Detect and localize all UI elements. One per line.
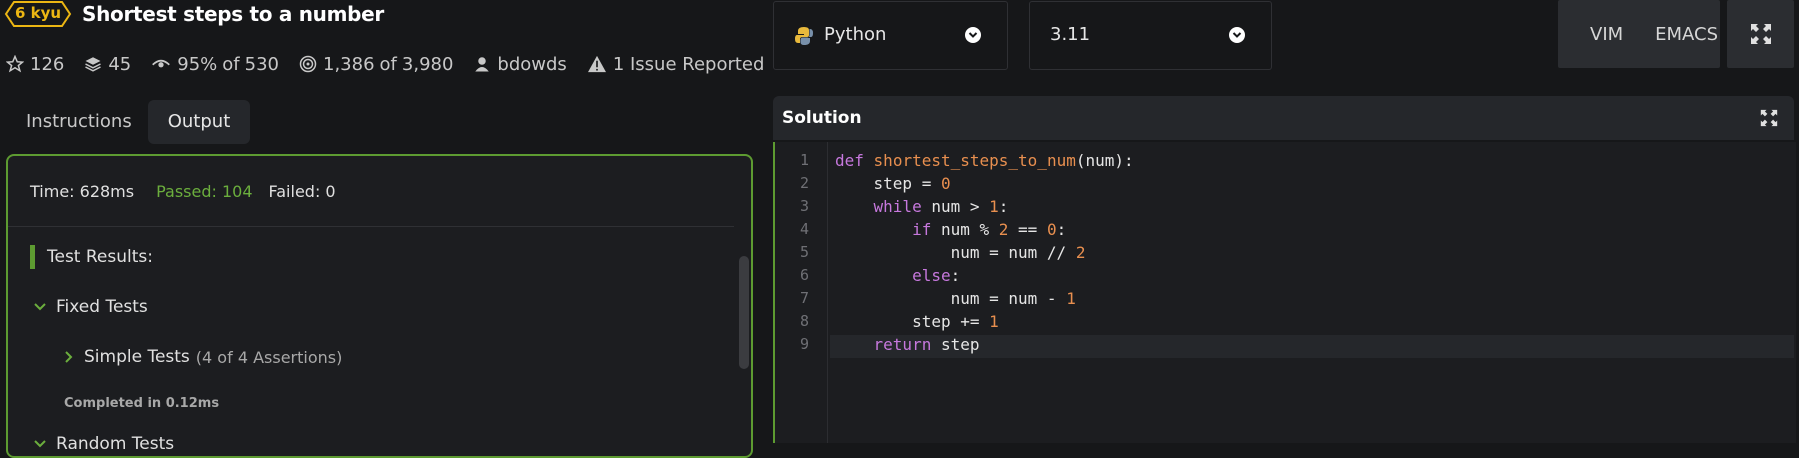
line-number: 2 xyxy=(799,174,809,192)
chevron-down-icon xyxy=(34,303,46,311)
warning-icon xyxy=(587,55,606,73)
collections-count: 45 xyxy=(108,53,132,75)
code-line[interactable]: def shortest_steps_to_num(num): xyxy=(835,151,1134,170)
editor-mode-group: VIM EMACS xyxy=(1558,0,1720,68)
output-scrollbar[interactable] xyxy=(739,256,749,369)
code-line[interactable]: else: xyxy=(835,266,960,285)
language-value: Python xyxy=(824,24,887,45)
satisfaction-votes: 530 xyxy=(244,53,279,75)
chevron-right-icon xyxy=(65,351,73,363)
code-line[interactable]: step += 1 xyxy=(835,312,999,331)
line-number: 3 xyxy=(799,197,809,215)
code-line[interactable]: num = num - 1 xyxy=(835,289,1076,308)
code-line[interactable]: return step xyxy=(835,335,980,354)
fixed-tests-group[interactable]: Fixed Tests xyxy=(34,297,148,317)
layers-icon xyxy=(85,57,102,72)
simple-tests-group[interactable]: Simple Tests (4 of 4 Assertions) xyxy=(64,347,342,367)
author-name[interactable]: bdowds xyxy=(497,54,566,75)
chevron-down-icon xyxy=(34,440,46,448)
random-tests-label: Random Tests xyxy=(56,434,175,454)
test-summary: Time: 628ms Passed: 104 Failed: 0 xyxy=(30,182,336,201)
kata-title: Shortest steps to a number xyxy=(82,2,384,26)
line-number: 4 xyxy=(799,220,809,238)
python-logo-icon xyxy=(795,27,813,45)
author-stat[interactable]: bdowds xyxy=(473,54,567,75)
emacs-mode-button[interactable]: EMACS xyxy=(1655,24,1718,45)
vim-mode-button[interactable]: VIM xyxy=(1590,24,1623,45)
expand-icon[interactable] xyxy=(1760,109,1778,127)
completed-stat: 1,386 of 3,980 xyxy=(299,54,453,75)
fixed-tests-label: Fixed Tests xyxy=(56,297,148,317)
version-value: 3.11 xyxy=(1050,24,1091,45)
user-icon xyxy=(475,57,490,72)
eye-icon xyxy=(152,59,171,68)
issues-label[interactable]: 1 Issue Reported xyxy=(613,54,765,75)
random-tests-group[interactable]: Random Tests xyxy=(34,434,174,454)
rank-label: 6 kyu xyxy=(14,4,62,22)
satisfaction-percent: 95% xyxy=(177,53,218,75)
line-gutter: 1 2 3 4 5 6 7 8 9 xyxy=(775,142,828,443)
solution-title: Solution xyxy=(782,108,862,128)
solution-header: Solution xyxy=(773,96,1794,140)
completed-time: Completed in 0.12ms xyxy=(64,396,220,411)
code-line[interactable]: step = 0 xyxy=(835,174,951,193)
line-number: 8 xyxy=(799,312,809,330)
test-results-label: Test Results: xyxy=(47,247,153,267)
tab-output[interactable]: Output xyxy=(148,100,250,144)
line-number: 9 xyxy=(799,335,809,353)
satisfaction-stat: 95% of 530 xyxy=(151,54,279,75)
code-editor[interactable]: 1 2 3 4 5 6 7 8 9 def shortest_steps_to_… xyxy=(773,142,1796,443)
target-icon xyxy=(299,55,317,73)
kata-stats: 126 45 95% of 530 1,386 of 3,980 bdowds … xyxy=(6,52,784,76)
stars-count: 126 xyxy=(30,53,65,75)
chevron-down-icon xyxy=(1229,27,1245,43)
status-bar xyxy=(30,245,35,269)
passed-count: Passed: 104 xyxy=(156,182,253,201)
fullscreen-button[interactable] xyxy=(1727,0,1794,68)
simple-tests-assertions: (4 of 4 Assertions) xyxy=(195,347,343,367)
code-line[interactable]: num = num // 2 xyxy=(835,243,1086,262)
collections-stat[interactable]: 45 xyxy=(84,54,131,75)
line-number: 5 xyxy=(799,243,809,261)
output-panel: Time: 628ms Passed: 104 Failed: 0 Test R… xyxy=(6,154,753,458)
completed-of: of xyxy=(379,53,397,75)
line-number: 7 xyxy=(799,289,809,307)
chevron-down-icon xyxy=(965,27,981,43)
code-line[interactable]: if num % 2 == 0: xyxy=(835,220,1066,239)
simple-tests-label: Simple Tests xyxy=(84,347,190,367)
tab-instructions[interactable]: Instructions xyxy=(26,100,132,144)
code-line[interactable]: while num > 1: xyxy=(835,197,1009,216)
summary-divider xyxy=(8,226,734,227)
failed-count: Failed: 0 xyxy=(268,182,336,201)
line-number: 1 xyxy=(799,151,809,169)
issues-stat[interactable]: 1 Issue Reported xyxy=(587,54,765,75)
stars-stat[interactable]: 126 xyxy=(6,54,64,75)
fullscreen-icon xyxy=(1750,24,1771,44)
line-number: 6 xyxy=(799,266,809,284)
test-time: Time: 628ms xyxy=(30,182,135,201)
test-results-heading: Test Results: xyxy=(30,245,153,269)
satisfaction-of: of xyxy=(222,53,240,75)
version-select[interactable]: 3.11 xyxy=(1029,1,1272,70)
star-icon xyxy=(6,55,24,73)
rank-badge: 6 kyu xyxy=(4,0,72,28)
attempts-count: 3,980 xyxy=(401,53,454,75)
language-select[interactable]: Python xyxy=(773,1,1008,70)
completed-count: 1,386 xyxy=(323,53,375,75)
